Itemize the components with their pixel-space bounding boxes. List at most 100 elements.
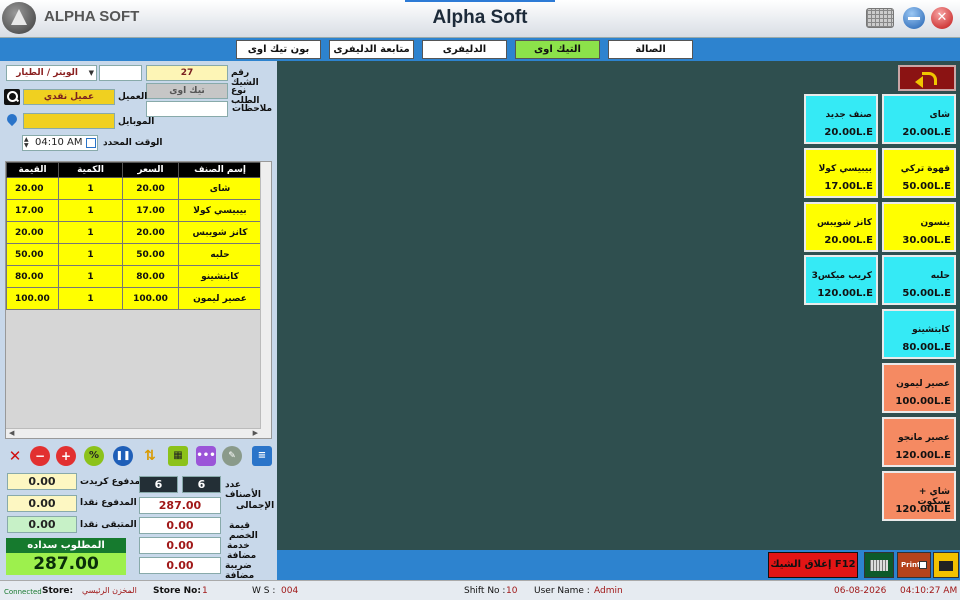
on-screen-keyboard-icon[interactable] bbox=[864, 552, 894, 578]
cell-price: 80.00 bbox=[122, 265, 179, 288]
amount-due-box: المطلوب سداده 287.00 bbox=[6, 538, 126, 576]
chat-icon[interactable]: ••• bbox=[196, 446, 216, 466]
back-button[interactable] bbox=[898, 65, 956, 91]
tab-takeaway-receipt[interactable]: بون تيك اوى bbox=[236, 40, 321, 59]
print-checkbox[interactable] bbox=[919, 561, 927, 569]
cell-name: شاى bbox=[178, 177, 262, 200]
app-title: Alpha Soft bbox=[432, 7, 528, 28]
cell-name: كانز شويبس bbox=[178, 221, 262, 244]
paid-cash-field[interactable]: 0.00 bbox=[7, 495, 77, 512]
product-name: ينسون bbox=[920, 218, 950, 228]
table-row[interactable]: 17.00 1 17.00 بيبيسي كولا bbox=[6, 199, 262, 222]
waiter-code-field[interactable] bbox=[99, 65, 142, 81]
close-button[interactable]: ✕ bbox=[931, 7, 953, 29]
product-button[interactable]: قهوة تركي 50.00L.E bbox=[882, 148, 956, 198]
column-header-value[interactable]: القيمة bbox=[6, 162, 59, 178]
minimize-button[interactable] bbox=[903, 7, 925, 29]
product-button[interactable]: صنف جديد 20.00L.E bbox=[804, 94, 878, 144]
cash-register-icon[interactable] bbox=[933, 552, 959, 578]
calculator-icon[interactable]: ▦ bbox=[168, 446, 188, 466]
store-no-label: Store No: bbox=[153, 586, 201, 596]
print-button[interactable]: Print bbox=[897, 552, 931, 578]
store-value: المخزن الرئيسي bbox=[82, 586, 137, 595]
sort-arrows-icon[interactable]: ⇅ bbox=[140, 446, 160, 466]
customer-search-icon[interactable] bbox=[4, 89, 20, 105]
discount-icon[interactable]: % bbox=[84, 446, 104, 466]
connection-status: Connected bbox=[4, 588, 42, 596]
scheduled-time-field[interactable]: ▲ ▼ 04:10 AM bbox=[22, 135, 98, 151]
product-price: 30.00L.E bbox=[902, 235, 951, 246]
cell-value: 20.00 bbox=[6, 177, 59, 200]
tab-takeaway[interactable]: التيك اوى bbox=[515, 40, 600, 59]
mobile-label: الموبايل bbox=[118, 117, 155, 127]
mobile-field[interactable] bbox=[23, 113, 115, 129]
check-no-field[interactable]: 27 bbox=[146, 65, 228, 81]
product-button[interactable]: كانز شويبس 20.00L.E bbox=[804, 202, 878, 252]
cell-value: 17.00 bbox=[6, 199, 59, 222]
product-name: صنف جديد bbox=[825, 110, 873, 120]
product-button[interactable]: عصير ليمون 100.00L.E bbox=[882, 363, 956, 413]
service-value[interactable]: 0.00 bbox=[139, 537, 221, 554]
product-button[interactable]: كابتشينو 80.00L.E bbox=[882, 309, 956, 359]
cell-price: 17.00 bbox=[122, 199, 179, 222]
notes-field[interactable] bbox=[146, 101, 228, 117]
decrease-qty-icon[interactable]: − bbox=[30, 446, 50, 466]
order-type-label: نوع الطلب bbox=[231, 86, 260, 106]
paid-credit-field[interactable]: 0.00 bbox=[7, 473, 77, 490]
waiter-dropdown[interactable]: الويتر / الطيار bbox=[6, 65, 97, 81]
table-vertical-scrollbar[interactable] bbox=[260, 162, 271, 438]
discount-value[interactable]: 0.00 bbox=[139, 517, 221, 534]
table-row[interactable]: 100.00 1 100.00 عصير ليمون bbox=[6, 287, 262, 310]
increase-qty-icon[interactable]: + bbox=[56, 446, 76, 466]
paid-cash-label: المدفوع نقدا bbox=[80, 498, 137, 508]
product-name: حلبه bbox=[930, 271, 950, 281]
amount-due-value: 287.00 bbox=[6, 553, 126, 575]
product-price: 120.00L.E bbox=[817, 288, 873, 299]
customer-field[interactable]: عميل نقدي bbox=[23, 89, 115, 105]
tab-delivery[interactable]: الدليفرى bbox=[422, 40, 507, 59]
title-accent-line bbox=[405, 0, 555, 2]
keyboard-icon[interactable] bbox=[866, 8, 894, 28]
title-bar: ALPHA SOFT Alpha Soft ✕ bbox=[0, 0, 960, 38]
product-button[interactable]: شاى 20.00L.E bbox=[882, 94, 956, 144]
product-button[interactable]: حلبه 50.00L.E bbox=[882, 255, 956, 305]
items-count-b: 6 bbox=[182, 476, 221, 493]
delete-icon[interactable]: ✕ bbox=[5, 446, 25, 466]
column-header-qty[interactable]: الكمية bbox=[58, 162, 123, 178]
product-button[interactable]: شاي + بسكوت 120.00L.E bbox=[882, 471, 956, 521]
add-note-icon[interactable]: ≡ bbox=[252, 446, 272, 466]
table-horizontal-scrollbar[interactable]: ◀ ▶ bbox=[6, 428, 261, 438]
column-header-name[interactable]: إسم الصنف bbox=[178, 162, 262, 178]
cell-qty: 1 bbox=[58, 287, 123, 310]
cell-price: 20.00 bbox=[122, 177, 179, 200]
pause-icon[interactable]: ❚❚ bbox=[113, 446, 133, 466]
cell-qty: 1 bbox=[58, 265, 123, 288]
table-row[interactable]: 20.00 1 20.00 شاى bbox=[6, 177, 262, 200]
product-price: 20.00L.E bbox=[824, 235, 873, 246]
items-count-label: عدد الأصناف bbox=[225, 480, 261, 500]
tab-hall[interactable]: الصالة bbox=[608, 40, 693, 59]
close-check-button[interactable]: إغلاق الشيك F12 bbox=[768, 552, 858, 578]
product-button[interactable]: عصير مانجو 120.00L.E bbox=[882, 417, 956, 467]
cell-value: 80.00 bbox=[6, 265, 59, 288]
column-header-price[interactable]: السعر bbox=[122, 162, 179, 178]
product-button[interactable]: بيبيسي كولا 17.00L.E bbox=[804, 148, 878, 198]
table-row[interactable]: 50.00 1 50.00 حلبه bbox=[6, 243, 262, 266]
tax-value[interactable]: 0.00 bbox=[139, 557, 221, 574]
time-spinner-icon[interactable]: ▲ ▼ bbox=[24, 137, 32, 149]
product-price: 50.00L.E bbox=[902, 181, 951, 192]
comment-icon[interactable]: ✎ bbox=[222, 446, 242, 466]
cell-name: كابتشينو bbox=[178, 265, 262, 288]
discount-label: قيمة الخصم bbox=[229, 521, 258, 541]
ws-label: W S : bbox=[252, 586, 276, 596]
table-row[interactable]: 80.00 1 80.00 كابتشينو bbox=[6, 265, 262, 288]
time-checkbox[interactable] bbox=[86, 138, 96, 148]
total-value: 287.00 bbox=[139, 497, 221, 514]
cell-name: عصير ليمون bbox=[178, 287, 262, 310]
tab-delivery-tracking[interactable]: متابعة الدليفرى bbox=[329, 40, 414, 59]
cell-price: 20.00 bbox=[122, 221, 179, 244]
product-button[interactable]: 3كريب ميكس 120.00L.E bbox=[804, 255, 878, 305]
location-pin-icon[interactable] bbox=[4, 113, 20, 129]
product-button[interactable]: ينسون 30.00L.E bbox=[882, 202, 956, 252]
table-row[interactable]: 20.00 1 20.00 كانز شويبس bbox=[6, 221, 262, 244]
